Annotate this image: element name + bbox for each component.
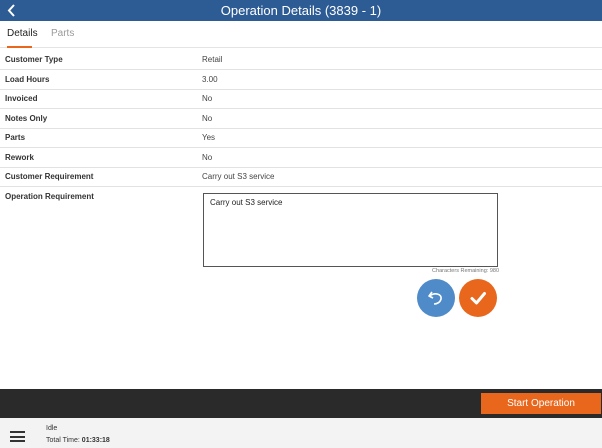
undo-icon (428, 291, 442, 305)
operation-requirement-label: Operation Requirement (5, 192, 94, 201)
total-time: Total Time: 01:33:18 (46, 437, 110, 444)
detail-row-invoiced: Invoiced No (0, 89, 602, 109)
page-title: Operation Details (3839 - 1) (220, 3, 382, 18)
detail-label: Load Hours (5, 75, 50, 84)
total-time-label: Total Time: (46, 437, 82, 444)
title-bar: Operation Details (3839 - 1) (0, 0, 602, 21)
detail-row-rework: Rework No (0, 148, 602, 168)
detail-value: Yes (202, 133, 216, 142)
tab-details-label: Details (7, 28, 38, 39)
detail-value: No (202, 114, 213, 123)
detail-value: No (202, 153, 213, 162)
start-operation-button[interactable]: Start Operation (481, 393, 601, 414)
detail-value: Carry out S3 service (202, 172, 275, 181)
tab-parts[interactable]: Parts (51, 21, 74, 47)
confirm-button[interactable] (459, 279, 497, 317)
detail-label: Rework (5, 153, 34, 162)
detail-row-customer-type: Customer Type Retail (0, 50, 602, 70)
tab-details[interactable]: Details (7, 21, 38, 48)
detail-value: No (202, 94, 213, 103)
detail-label: Invoiced (5, 94, 38, 103)
hamburger-menu-icon[interactable] (10, 431, 25, 442)
detail-row-notes-only: Notes Only No (0, 109, 602, 129)
detail-label: Customer Type (5, 55, 63, 64)
detail-value: 3.00 (202, 75, 218, 84)
detail-row-customer-requirement: Customer Requirement Carry out S3 servic… (0, 167, 602, 187)
tab-parts-label: Parts (51, 28, 75, 39)
total-time-value: 01:33:18 (81, 437, 110, 444)
detail-label: Parts (5, 133, 26, 142)
tab-bar: Details Parts (0, 21, 602, 48)
detail-label: Notes Only (5, 114, 48, 123)
checkmark-icon (470, 292, 486, 305)
app-root: Operation Details (3839 - 1) Details Par… (0, 0, 602, 448)
detail-value: Retail (202, 55, 223, 64)
detail-row-load-hours: Load Hours 3.00 (0, 70, 602, 90)
undo-button[interactable] (417, 279, 455, 317)
detail-row-parts: Parts Yes (0, 128, 602, 148)
status-state: Idle (46, 425, 58, 432)
detail-label: Customer Requirement (5, 172, 94, 181)
active-tab-indicator (7, 46, 32, 48)
characters-remaining: Characters Remaining: 980 (432, 268, 499, 274)
operation-requirement-input[interactable] (203, 193, 498, 267)
